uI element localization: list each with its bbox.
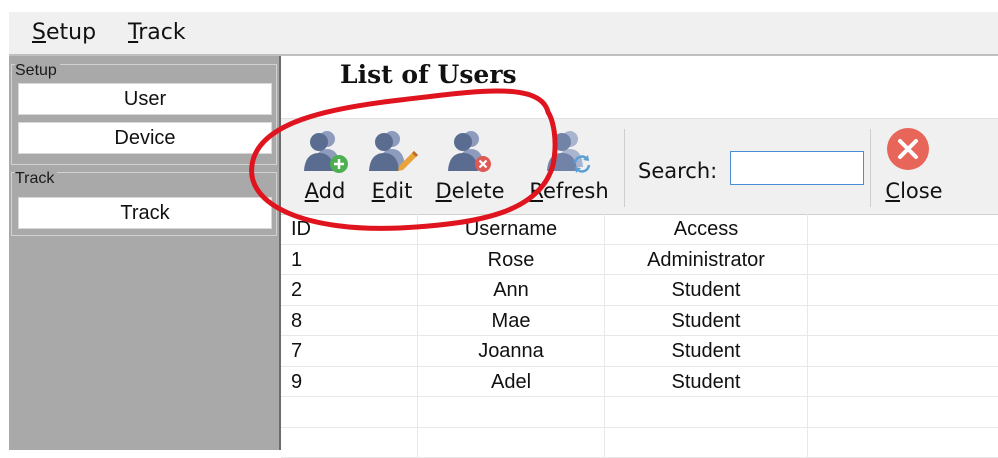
user-delete-icon	[445, 127, 495, 177]
search-label: Search:	[638, 159, 717, 183]
user-refresh-icon	[544, 127, 594, 177]
menu-bar: Setup Track	[9, 12, 998, 56]
table-row[interactable]: 2 Ann Student	[281, 275, 998, 306]
cell-id: 7	[281, 336, 418, 366]
user-edit-icon	[366, 127, 420, 177]
users-table: ID Username Access 1 Rose Administrator …	[281, 214, 998, 458]
cell-empty	[281, 397, 418, 427]
add-button[interactable]: Add	[297, 119, 353, 214]
cell-empty	[808, 397, 998, 427]
setup-group: Setup User Device	[11, 64, 277, 165]
toolbar-separator	[624, 129, 625, 207]
cell-access: Student	[605, 306, 808, 336]
column-header-filler	[808, 214, 998, 244]
device-button[interactable]: Device	[18, 122, 272, 154]
cell-id: 8	[281, 306, 418, 336]
track-button[interactable]: Track	[18, 197, 272, 229]
refresh-button[interactable]: Refresh	[524, 119, 614, 214]
cell-username: Adel	[418, 367, 605, 397]
close-button[interactable]: Close	[879, 119, 949, 214]
table-header: ID Username Access	[281, 214, 998, 245]
cell-filler	[808, 275, 998, 305]
cell-filler	[808, 306, 998, 336]
track-group-title: Track	[15, 171, 57, 187]
cell-empty	[605, 428, 808, 458]
cell-username: Rose	[418, 245, 605, 275]
table-row[interactable]: 9 Adel Student	[281, 367, 998, 398]
cell-username: Mae	[418, 306, 605, 336]
cell-empty	[605, 397, 808, 427]
cell-filler	[808, 336, 998, 366]
cell-id: 2	[281, 275, 418, 305]
main-panel: List of Users Add Edit	[281, 56, 998, 450]
cell-empty	[418, 428, 605, 458]
page-title: List of Users	[340, 60, 517, 89]
column-header-username[interactable]: Username	[418, 214, 605, 244]
cell-username: Ann	[418, 275, 605, 305]
toolbar: Add Edit Delete	[281, 118, 998, 215]
table-row-empty	[281, 428, 998, 458]
menu-track[interactable]: Track	[128, 20, 186, 45]
user-add-icon	[301, 127, 351, 177]
track-group: Track Track	[11, 172, 277, 236]
menu-setup[interactable]: Setup	[32, 20, 96, 45]
delete-label: Delete	[431, 179, 509, 203]
table-row[interactable]: 1 Rose Administrator	[281, 245, 998, 276]
edit-label: Edit	[364, 179, 420, 203]
cell-access: Student	[605, 336, 808, 366]
cell-access: Student	[605, 367, 808, 397]
cell-access: Student	[605, 275, 808, 305]
table-row[interactable]: 8 Mae Student	[281, 306, 998, 337]
user-button[interactable]: User	[18, 83, 272, 115]
sidebar: Setup User Device Track Track	[9, 56, 281, 450]
setup-group-title: Setup	[15, 63, 60, 79]
cell-empty	[418, 397, 605, 427]
edit-button[interactable]: Edit	[364, 119, 420, 214]
close-circle-icon	[884, 125, 932, 173]
column-header-id[interactable]: ID	[281, 214, 418, 244]
add-label: Add	[297, 179, 353, 203]
cell-filler	[808, 245, 998, 275]
cell-filler	[808, 367, 998, 397]
cell-id: 1	[281, 245, 418, 275]
toolbar-separator	[870, 129, 871, 207]
close-label: Close	[879, 179, 949, 203]
search-input[interactable]	[730, 151, 864, 185]
cell-username: Joanna	[418, 336, 605, 366]
cell-access: Administrator	[605, 245, 808, 275]
cell-empty	[808, 428, 998, 458]
table-row-empty	[281, 397, 998, 428]
cell-id: 9	[281, 367, 418, 397]
column-header-access[interactable]: Access	[605, 214, 808, 244]
refresh-label: Refresh	[524, 179, 614, 203]
delete-button[interactable]: Delete	[431, 119, 509, 214]
table-row[interactable]: 7 Joanna Student	[281, 336, 998, 367]
cell-empty	[281, 428, 418, 458]
